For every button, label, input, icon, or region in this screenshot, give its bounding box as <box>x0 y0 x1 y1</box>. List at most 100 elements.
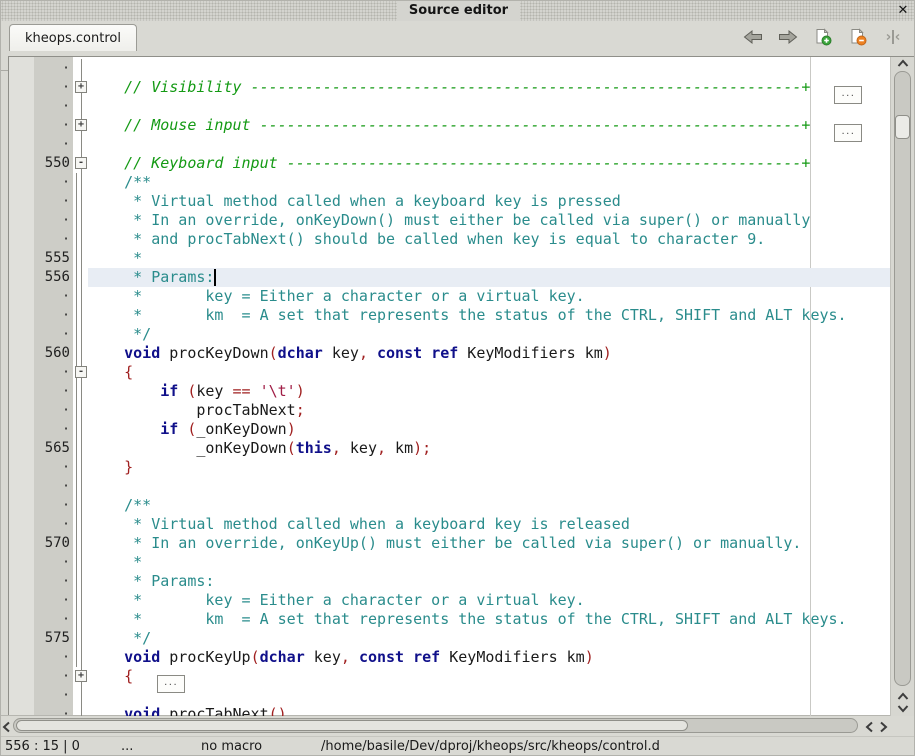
code-row[interactable]: ·+ {... <box>9 667 891 686</box>
line-number-dot: · <box>34 78 70 97</box>
horizontal-scrollbar[interactable] <box>1 715 915 735</box>
new-document-icon[interactable] <box>812 27 834 47</box>
next-location-icon[interactable] <box>777 27 799 47</box>
window-title: Source editor <box>397 1 520 21</box>
code-row[interactable]: · if (key == '\t') <box>9 382 891 401</box>
scroll-up-icon[interactable] <box>897 59 909 68</box>
code-line-text[interactable]: // Keyboard input ----------------------… <box>88 154 891 173</box>
code-line-text[interactable]: * Params: <box>88 268 891 287</box>
vertical-scroll-thumb[interactable] <box>895 115 910 139</box>
code-row[interactable]: · void procTabNext() <box>9 705 891 717</box>
line-number-dot: · <box>34 648 70 667</box>
line-number-dot: · <box>34 287 70 306</box>
fold-collapse-icon[interactable]: - <box>75 157 87 169</box>
code-line-text[interactable]: * km = A set that represents the status … <box>88 306 891 325</box>
code-row[interactable]: 575 */ <box>9 629 891 648</box>
fold-collapse-icon[interactable]: - <box>75 366 87 378</box>
code-row[interactable]: · <box>9 97 891 116</box>
code-row[interactable]: 555 * <box>9 249 891 268</box>
source-editor-window: Source editor ✕ kheops.control <box>0 0 915 756</box>
line-number-dot: · <box>34 173 70 192</box>
code-line-text[interactable]: * In an override, onKeyDown() must eithe… <box>88 211 891 230</box>
code-row[interactable]: · void procKeyUp(dchar key, const ref Ke… <box>9 648 891 667</box>
code-line-text[interactable]: * Virtual method called when a keyboard … <box>88 515 891 534</box>
line-number-dot: · <box>34 667 70 686</box>
code-row[interactable]: · } <box>9 458 891 477</box>
scroll-down-icon[interactable] <box>897 704 909 713</box>
vertical-scrollbar[interactable] <box>890 57 915 716</box>
code-line-text[interactable]: _onKeyDown(this, key, km); <box>88 439 891 458</box>
current-line-row[interactable]: 556 * Params: <box>9 268 891 287</box>
code-line-text[interactable]: * Params: <box>88 572 891 591</box>
code-line-text[interactable]: void procTabNext() <box>88 705 891 717</box>
code-row[interactable]: · * Virtual method called when a keyboar… <box>9 192 891 211</box>
tab-bar: kheops.control <box>1 21 915 51</box>
close-icon[interactable]: ✕ <box>895 1 911 21</box>
line-number-dot: · <box>34 515 70 534</box>
code-line-text[interactable]: { <box>88 363 891 382</box>
code-line-text[interactable]: void procKeyUp(dchar key, const ref KeyM… <box>88 648 891 667</box>
code-line-text[interactable]: * <box>88 249 891 268</box>
code-row[interactable]: · if (_onKeyDown) <box>9 420 891 439</box>
code-row[interactable]: · * and procTabNext() should be called w… <box>9 230 891 249</box>
code-line-text[interactable]: * Virtual method called when a keyboard … <box>88 192 891 211</box>
code-row[interactable]: · <box>9 477 891 496</box>
code-line-text[interactable]: * In an override, onKeyUp() must either … <box>88 534 891 553</box>
vertical-scroll-track[interactable] <box>894 71 911 686</box>
code-row[interactable]: · * km = A set that represents the statu… <box>9 610 891 629</box>
code-line-text[interactable]: } <box>88 458 891 477</box>
code-editor[interactable]: ··+ // Visibility ----------------------… <box>8 56 915 717</box>
split-view-icon[interactable] <box>882 27 904 47</box>
scroll-right-icon[interactable] <box>879 721 888 733</box>
code-row[interactable]: · * Params: <box>9 572 891 591</box>
code-line-text[interactable]: * key = Either a character or a virtual … <box>88 287 891 306</box>
code-line-text[interactable]: */ <box>88 325 891 344</box>
fold-expand-icon[interactable]: + <box>75 119 87 131</box>
code-row[interactable]: · * key = Either a character or a virtua… <box>9 287 891 306</box>
code-row[interactable]: · * In an override, onKeyDown() must eit… <box>9 211 891 230</box>
code-line-text[interactable]: * and procTabNext() should be called whe… <box>88 230 891 249</box>
line-number-dot: · <box>34 591 70 610</box>
code-line-text[interactable]: * key = Either a character or a virtual … <box>88 591 891 610</box>
code-row[interactable]: ·+ // Visibility -----------------------… <box>9 78 891 97</box>
code-row[interactable]: · /** <box>9 173 891 192</box>
tab-kheops-control[interactable]: kheops.control <box>9 24 137 51</box>
fold-expand-icon[interactable]: + <box>75 81 87 93</box>
code-row[interactable]: 550- // Keyboard input -----------------… <box>9 154 891 173</box>
code-line-text[interactable]: /** <box>88 173 891 192</box>
code-row[interactable]: · * <box>9 553 891 572</box>
code-line-text[interactable]: procTabNext; <box>88 401 891 420</box>
scroll-left-icon[interactable] <box>2 721 11 733</box>
scroll-left-right-icon[interactable] <box>865 721 874 733</box>
code-row[interactable]: · <box>9 686 891 705</box>
code-line-text[interactable]: */ <box>88 629 891 648</box>
code-row[interactable]: · */ <box>9 325 891 344</box>
code-row[interactable]: 570 * In an override, onKeyUp() must eit… <box>9 534 891 553</box>
title-bar[interactable]: Source editor ✕ <box>1 1 915 21</box>
close-document-icon[interactable] <box>847 27 869 47</box>
code-row[interactable]: 560 void procKeyDown(dchar key, const re… <box>9 344 891 363</box>
code-line-text[interactable]: if (key == '\t') <box>88 382 891 401</box>
code-row[interactable]: ·+ // Mouse input ----------------------… <box>9 116 891 135</box>
code-row[interactable]: · <box>9 135 891 154</box>
editor-rows[interactable]: ··+ // Visibility ----------------------… <box>9 59 891 717</box>
horizontal-scroll-thumb[interactable] <box>16 720 688 731</box>
previous-location-icon[interactable] <box>742 27 764 47</box>
scroll-up-bottom-icon[interactable] <box>897 692 909 701</box>
code-row[interactable]: 565 _onKeyDown(this, key, km); <box>9 439 891 458</box>
code-row[interactable]: ·- { <box>9 363 891 382</box>
line-number-dot: · <box>34 572 70 591</box>
horizontal-scroll-track[interactable] <box>13 718 858 733</box>
code-line-text[interactable]: void procKeyDown(dchar key, const ref Ke… <box>88 344 891 363</box>
code-line-text[interactable]: /** <box>88 496 891 515</box>
code-line-text[interactable]: * km = A set that represents the status … <box>88 610 891 629</box>
fold-expand-icon[interactable]: + <box>75 670 87 682</box>
code-row[interactable]: · <box>9 59 891 78</box>
code-row[interactable]: · procTabNext; <box>9 401 891 420</box>
code-line-text[interactable]: * <box>88 553 891 572</box>
code-row[interactable]: · * key = Either a character or a virtua… <box>9 591 891 610</box>
code-row[interactable]: · * km = A set that represents the statu… <box>9 306 891 325</box>
code-row[interactable]: · * Virtual method called when a keyboar… <box>9 515 891 534</box>
code-row[interactable]: · /** <box>9 496 891 515</box>
code-line-text[interactable]: if (_onKeyDown) <box>88 420 891 439</box>
